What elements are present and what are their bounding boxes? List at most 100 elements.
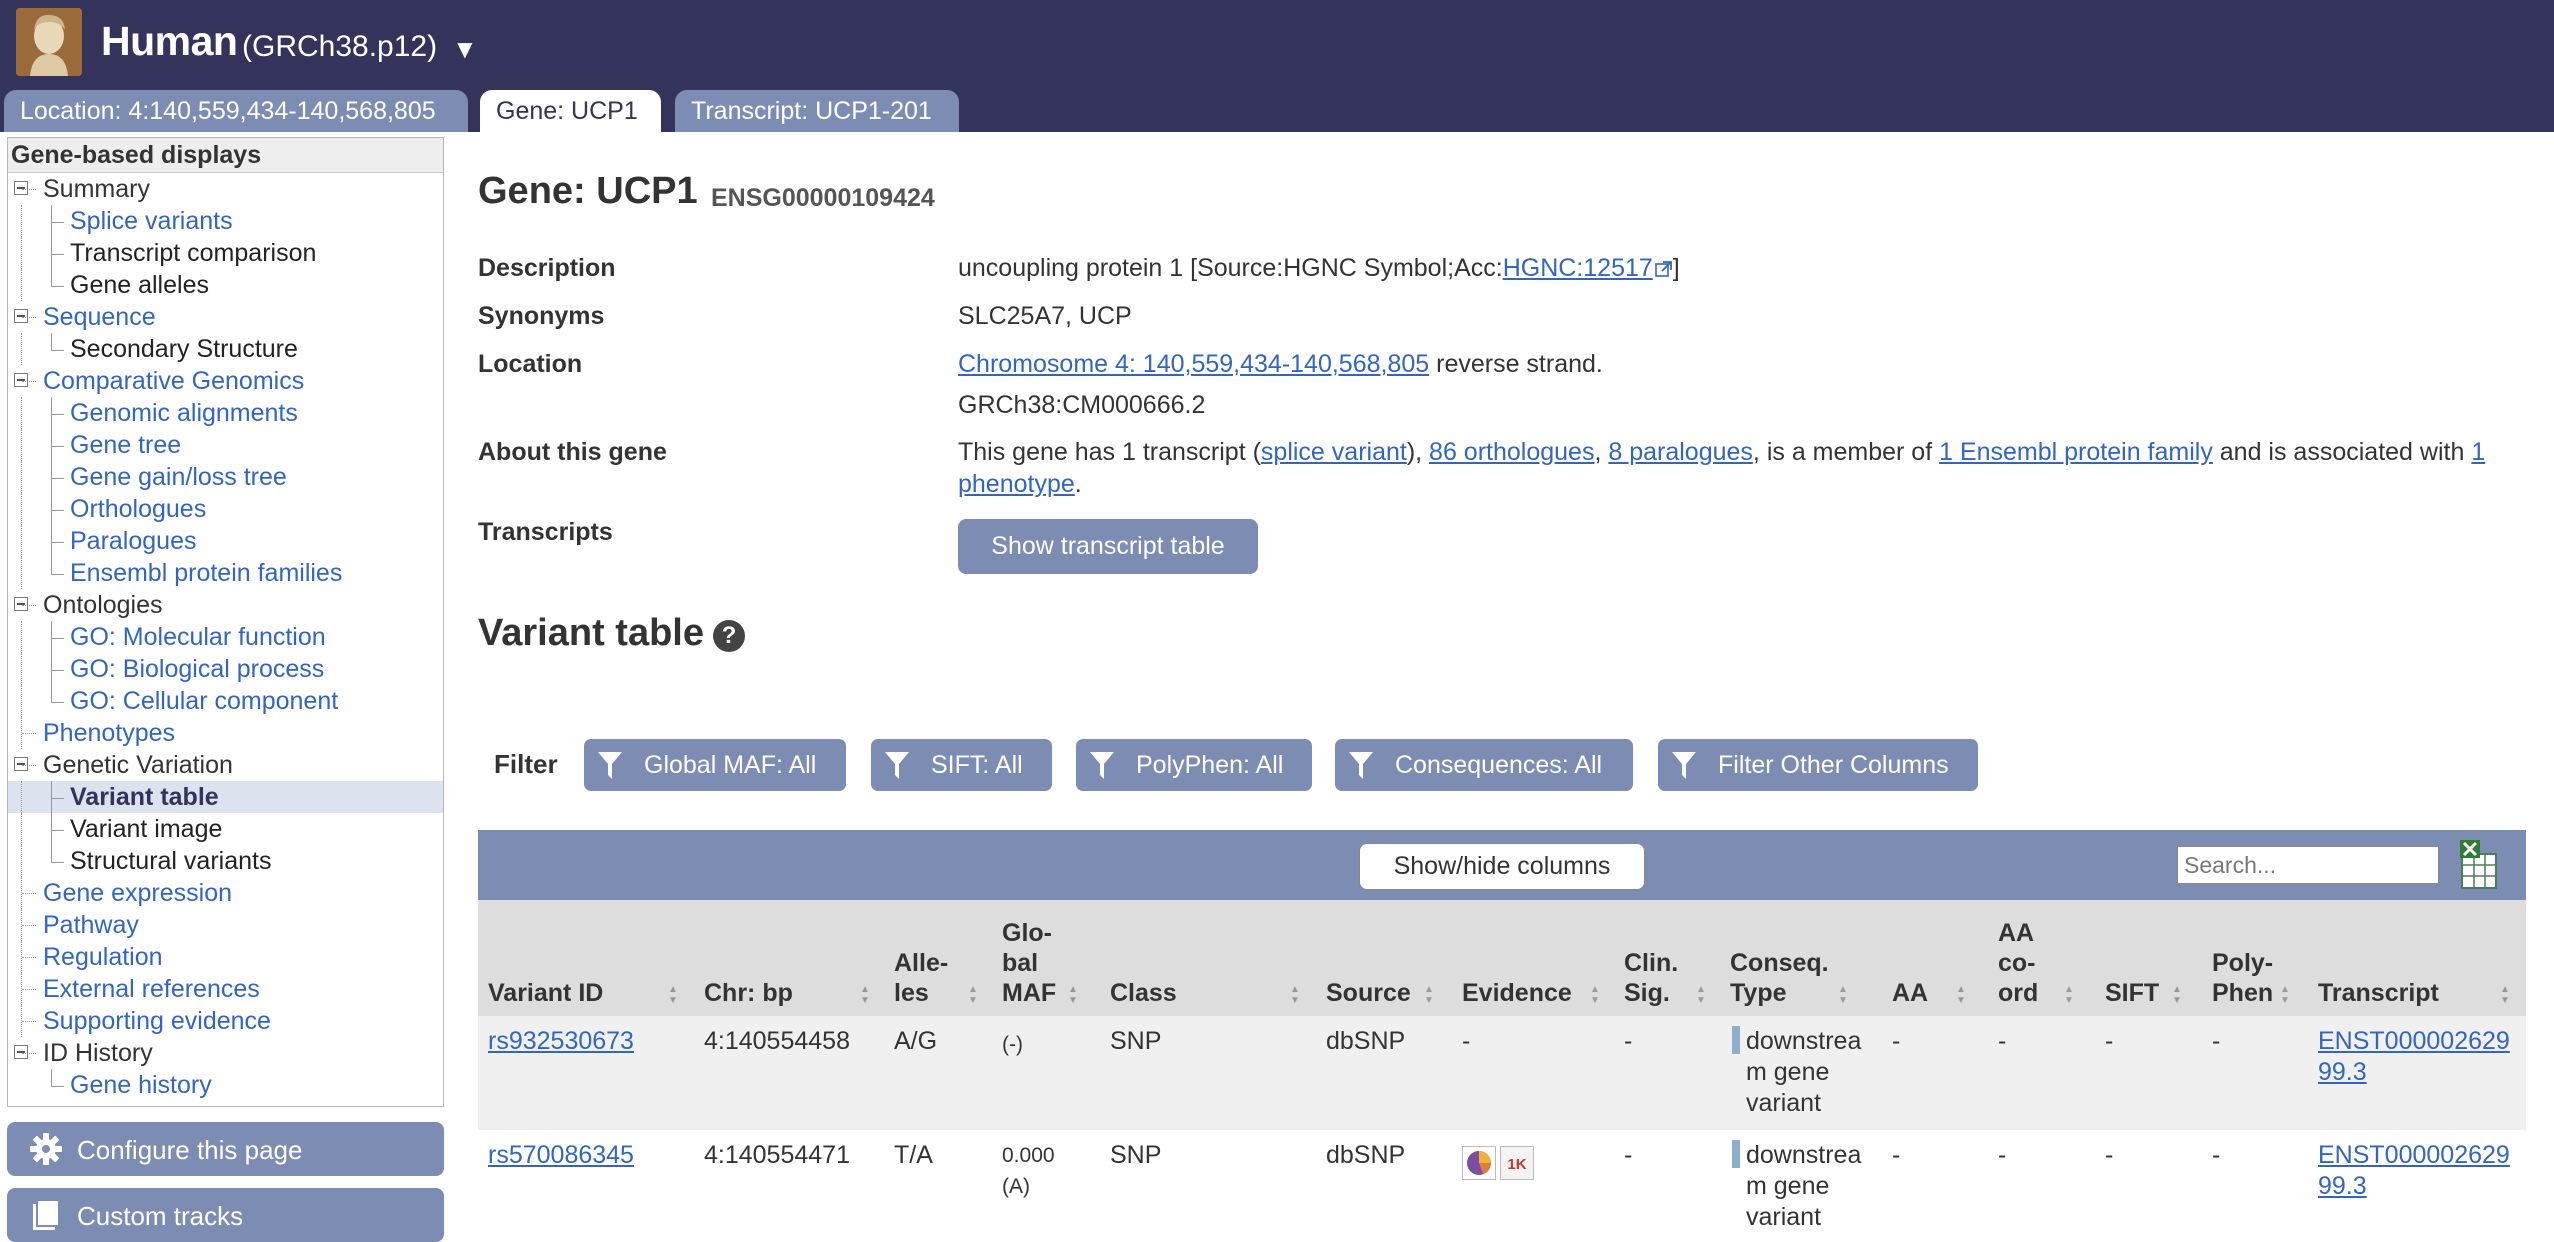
sidebar-item-go-biological-process[interactable]: GO: Biological process	[8, 653, 443, 685]
sidebar-item-gene-gain-loss-tree[interactable]: Gene gain/loss tree	[8, 461, 443, 493]
sort-icon[interactable]	[2064, 984, 2074, 1006]
filter-consequences-button[interactable]: Consequences: All	[1335, 739, 1633, 791]
column-header-transcript[interactable]: Transcript	[2318, 978, 2439, 1008]
orthologues-link[interactable]: 86 orthologues	[1429, 438, 1594, 466]
splice-variant-link[interactable]: splice variant	[1261, 438, 1407, 466]
sidebar-item-ensembl-protein-families[interactable]: Ensembl protein families	[8, 557, 443, 589]
species-logo[interactable]	[16, 8, 82, 76]
variant-id-link[interactable]: rs570086345	[488, 1141, 634, 1169]
collapse-toggle-icon[interactable]	[14, 309, 28, 323]
sidebar-item-comparative-genomics[interactable]: Comparative Genomics	[8, 365, 443, 397]
sidebar-item-sequence[interactable]: Sequence	[8, 301, 443, 333]
sort-icon[interactable]	[2500, 984, 2510, 1006]
phenotype-link[interactable]: phenotype	[958, 470, 1075, 498]
consequence-cell[interactable]: downstrea m gene variant	[1746, 1140, 1861, 1233]
excel-export-icon[interactable]	[2460, 840, 2498, 890]
column-header-source[interactable]: Source	[1326, 978, 1411, 1008]
external-link-icon[interactable]	[1654, 260, 1673, 278]
sort-icon[interactable]	[1290, 984, 1300, 1006]
column-header-variant-id[interactable]: Variant ID	[488, 978, 603, 1008]
sidebar-item-gene-alleles[interactable]: Gene alleles	[8, 269, 443, 301]
tab-transcript[interactable]: Transcript: UCP1-201	[675, 90, 959, 132]
chromosome-location-link[interactable]: Chromosome 4: 140,559,434-140,568,805	[958, 350, 1429, 378]
filter-global-maf-button[interactable]: Global MAF: All	[584, 739, 846, 791]
variant-id-link[interactable]: rs932530673	[488, 1027, 634, 1055]
hgnc-link[interactable]: HGNC:12517	[1503, 254, 1653, 282]
tab-location[interactable]: Location: 4:140,559,434-140,568,805	[4, 90, 468, 132]
sort-icon[interactable]	[1424, 984, 1434, 1006]
sidebar-item-regulation[interactable]: Regulation	[8, 941, 443, 973]
sidebar-item-structural-variants[interactable]: Structural variants	[8, 845, 443, 877]
sidebar-item-variant-image[interactable]: Variant image	[8, 813, 443, 845]
sidebar-item-go-cellular-component[interactable]: GO: Cellular component	[8, 685, 443, 717]
filter-sift-button[interactable]: SIFT: All	[871, 739, 1052, 791]
sidebar-item-splice-variants[interactable]: Splice variants	[8, 205, 443, 237]
transcript-link[interactable]: 99.3	[2318, 1057, 2510, 1088]
sort-icon[interactable]	[860, 984, 870, 1006]
collapse-toggle-icon[interactable]	[14, 757, 28, 771]
column-header-aa-coord[interactable]: AA co-ord	[1998, 918, 2038, 1008]
column-header-polyphen[interactable]: Poly- Phen	[2212, 948, 2273, 1008]
custom-tracks-button[interactable]: Custom tracks	[7, 1188, 444, 1242]
sort-icon[interactable]	[1590, 984, 1600, 1006]
table-search-input[interactable]	[2177, 846, 2439, 884]
dropdown-arrow-icon[interactable]: ▼	[452, 34, 478, 65]
column-header-sift[interactable]: SIFT	[2105, 978, 2159, 1008]
sidebar-item-gene-expression[interactable]: Gene expression	[8, 877, 443, 909]
collapse-toggle-icon[interactable]	[14, 181, 28, 195]
column-header-alleles[interactable]: Alle-les	[894, 948, 948, 1008]
transcript-link[interactable]: ENST000002629	[2318, 1026, 2510, 1057]
configure-page-button[interactable]: Configure this page	[7, 1122, 444, 1176]
column-header-conseq-type[interactable]: Conseq. Type	[1730, 948, 1829, 1008]
sidebar-item-pathway[interactable]: Pathway	[8, 909, 443, 941]
column-header-class[interactable]: Class	[1110, 978, 1177, 1008]
transcript-link[interactable]: 99.3	[2318, 1171, 2510, 1202]
sort-icon[interactable]	[1956, 984, 1966, 1006]
sidebar-item-transcript-comparison[interactable]: Transcript comparison	[8, 237, 443, 269]
collapse-toggle-icon[interactable]	[14, 597, 28, 611]
sort-icon[interactable]	[2280, 984, 2290, 1006]
sort-icon[interactable]	[1068, 984, 1078, 1006]
species-name[interactable]: Human	[101, 18, 238, 65]
transcript-link[interactable]: ENST000002629	[2318, 1140, 2510, 1171]
sort-icon[interactable]	[1696, 984, 1706, 1006]
sidebar-item-go-molecular-function[interactable]: GO: Molecular function	[8, 621, 443, 653]
collapse-toggle-icon[interactable]	[14, 373, 28, 387]
column-header-chr-bp[interactable]: Chr: bp	[704, 978, 793, 1008]
help-icon[interactable]: ?	[713, 620, 745, 652]
sidebar-item-ontologies[interactable]: Ontologies	[8, 589, 443, 621]
sidebar-item-secondary-structure[interactable]: Secondary Structure	[8, 333, 443, 365]
sort-icon[interactable]	[668, 984, 678, 1006]
sidebar-item-summary[interactable]: Summary	[8, 173, 443, 205]
sidebar-item-phenotypes[interactable]: Phenotypes	[8, 717, 443, 749]
filter-polyphen-button[interactable]: PolyPhen: All	[1076, 739, 1312, 791]
sort-icon[interactable]	[968, 984, 978, 1006]
sidebar-item-genetic-variation[interactable]: Genetic Variation	[8, 749, 443, 781]
paralogues-link[interactable]: 8 paralogues	[1608, 438, 1753, 466]
collapse-toggle-icon[interactable]	[14, 1045, 28, 1059]
column-header-evidence[interactable]: Evidence	[1462, 978, 1572, 1008]
frequency-pie-icon[interactable]	[1462, 1146, 1496, 1180]
sidebar-item-paralogues[interactable]: Paralogues	[8, 525, 443, 557]
sidebar-item-gene-history[interactable]: Gene history	[8, 1069, 443, 1101]
sidebar-item-supporting-evidence[interactable]: Supporting evidence	[8, 1005, 443, 1037]
filter-other-columns-button[interactable]: Filter Other Columns	[1658, 739, 1978, 791]
sidebar-item-genomic-alignments[interactable]: Genomic alignments	[8, 397, 443, 429]
sort-icon[interactable]	[1838, 984, 1848, 1006]
column-header-aa[interactable]: AA	[1892, 978, 1928, 1008]
sidebar-item-variant-table[interactable]: Variant table	[8, 781, 443, 813]
consequence-cell[interactable]: downstrea m gene variant	[1746, 1026, 1861, 1119]
protein-family-link[interactable]: 1 Ensembl protein family	[1939, 438, 2213, 466]
sidebar-item-gene-tree[interactable]: Gene tree	[8, 429, 443, 461]
column-header-clin-sig[interactable]: Clin. Sig.	[1624, 948, 1678, 1008]
show-transcript-table-button[interactable]: Show transcript table	[958, 519, 1258, 574]
assembly-version[interactable]: (GRCh38.p12)	[242, 30, 437, 64]
sidebar-item-external-references[interactable]: External references	[8, 973, 443, 1005]
sidebar-item-orthologues[interactable]: Orthologues	[8, 493, 443, 525]
sidebar-item-id-history[interactable]: ID History	[8, 1037, 443, 1069]
show-hide-columns-button[interactable]: Show/hide columns	[1359, 843, 1645, 890]
column-header-global-maf[interactable]: Glo-bal MAF	[1002, 918, 1056, 1008]
1000-genomes-icon[interactable]: 1K	[1500, 1146, 1534, 1180]
tab-gene[interactable]: Gene: UCP1	[480, 90, 661, 132]
sort-icon[interactable]	[2172, 984, 2182, 1006]
